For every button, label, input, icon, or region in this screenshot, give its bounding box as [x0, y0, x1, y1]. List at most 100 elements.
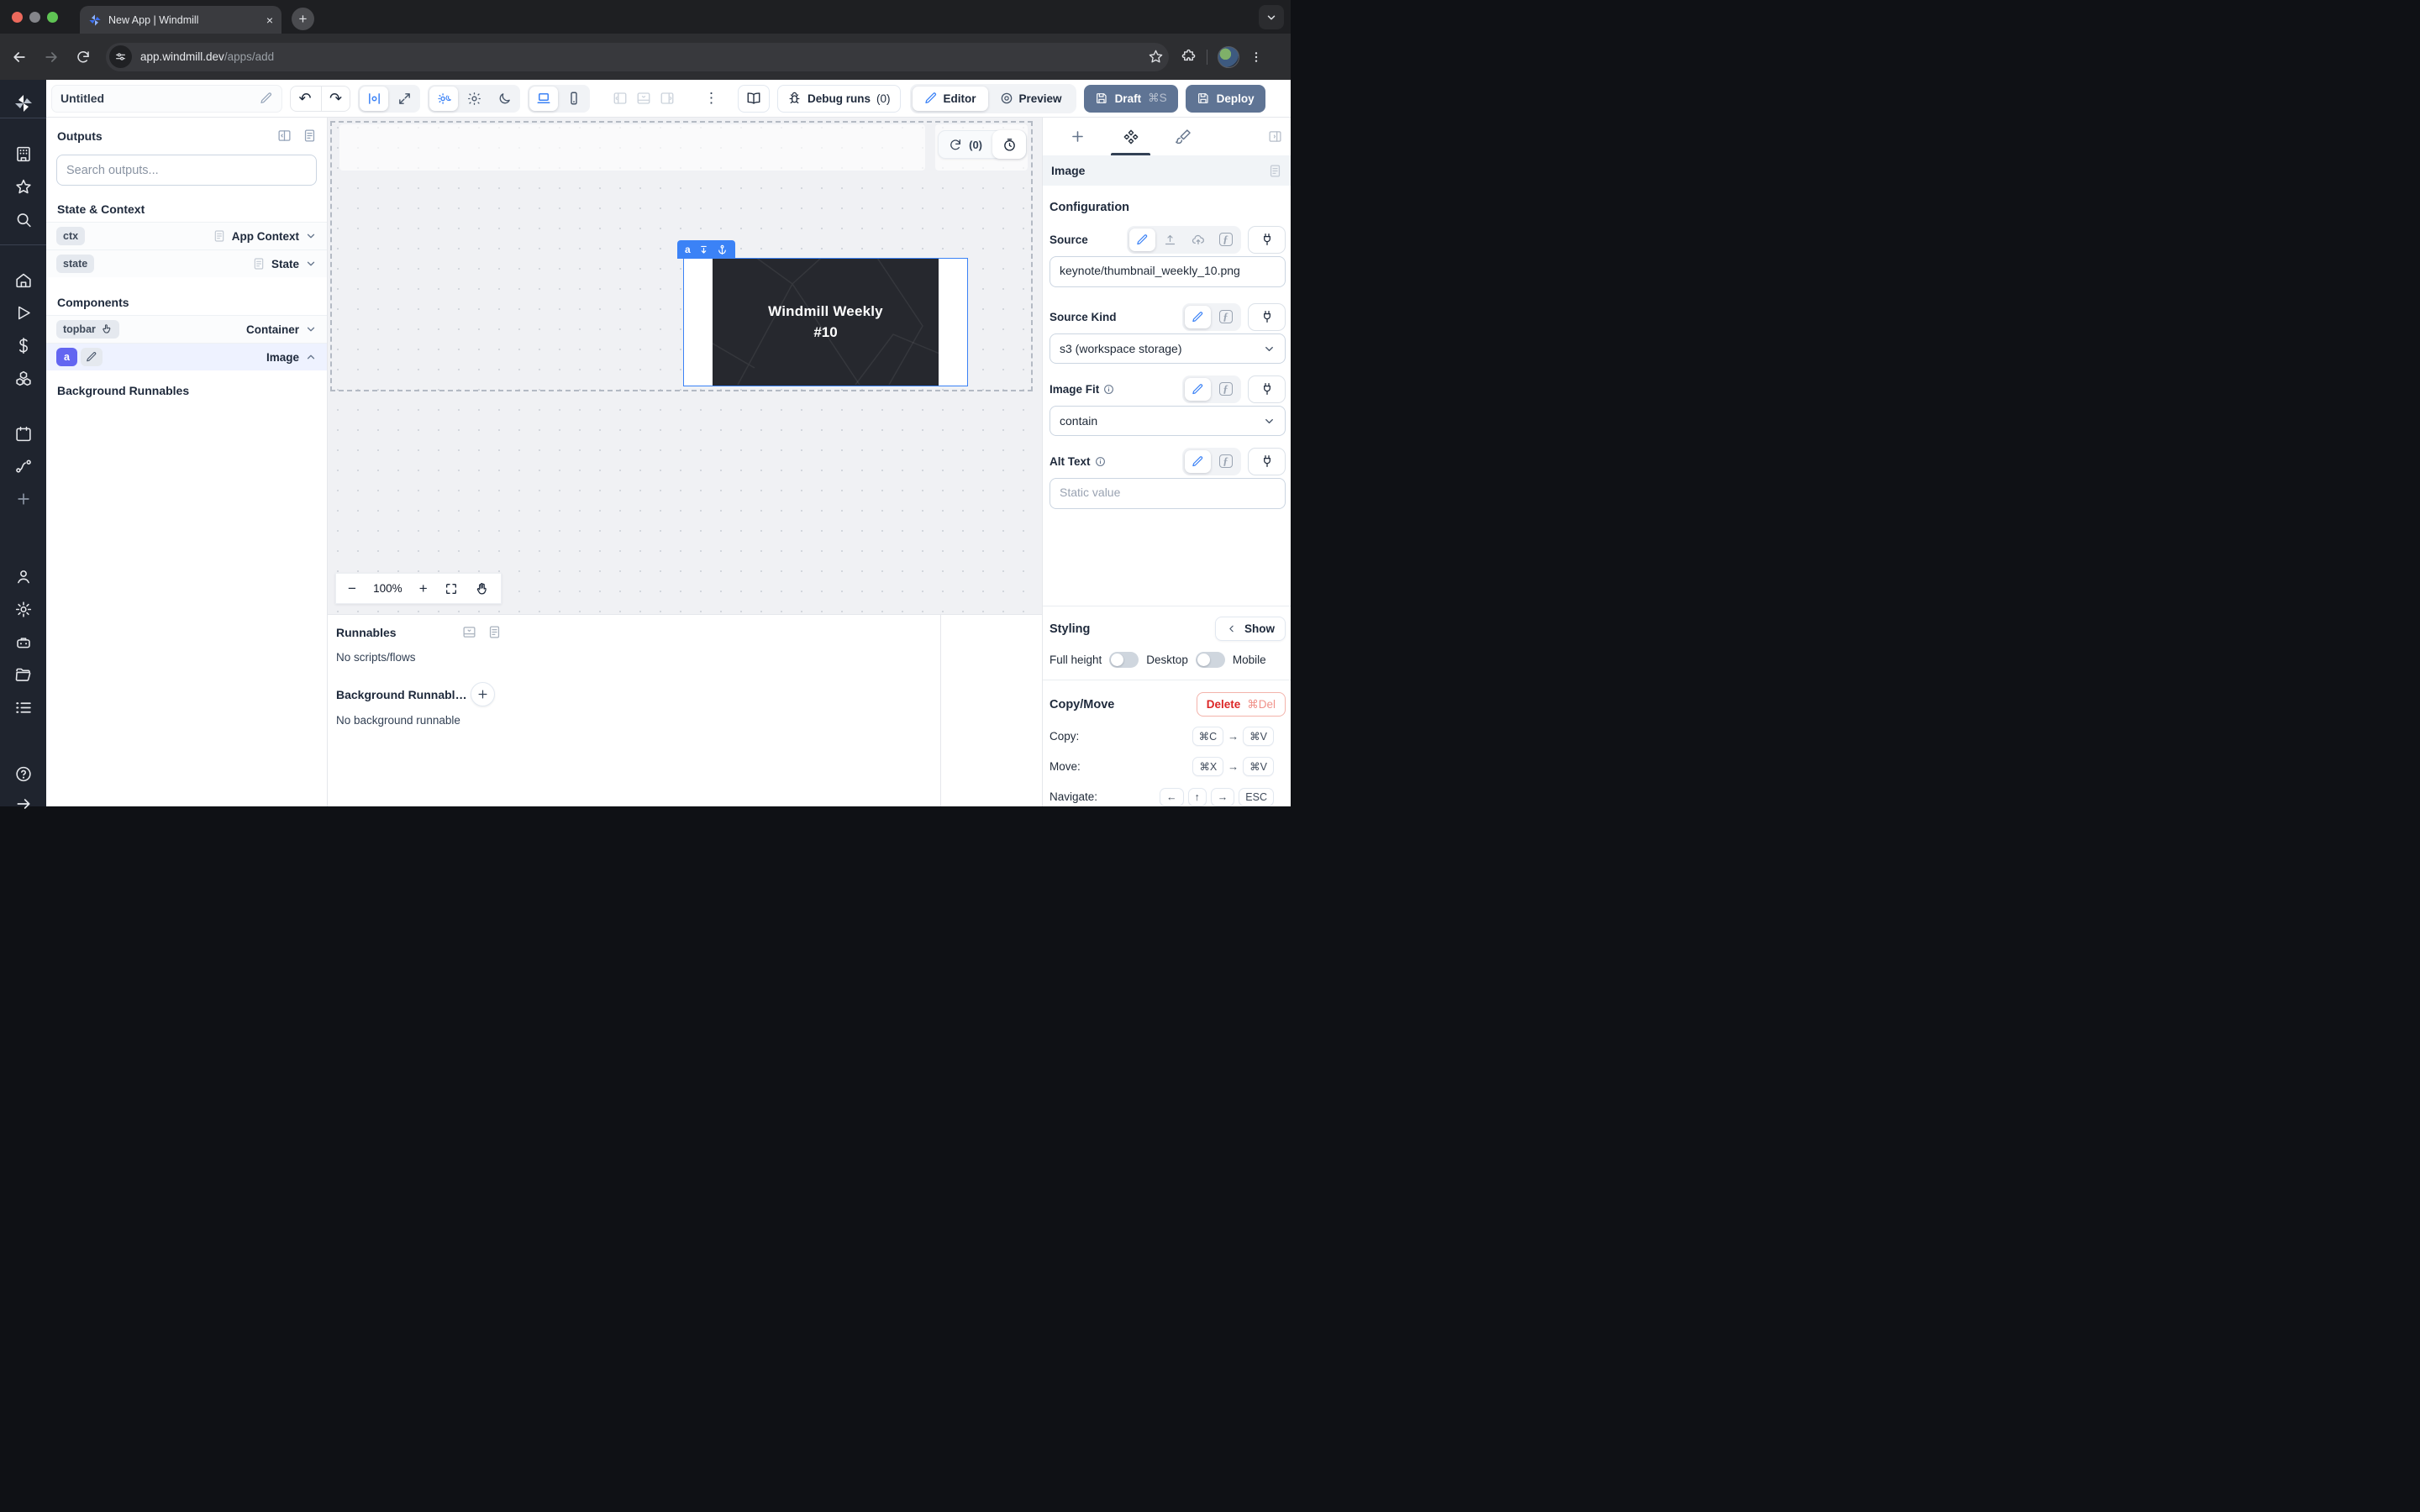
panel-bottom-icon[interactable]: [636, 91, 651, 106]
runs-history-button[interactable]: [992, 130, 1026, 159]
collapse-right-panel-icon[interactable]: [1268, 129, 1282, 144]
editor-tab[interactable]: Editor: [913, 87, 988, 111]
bookmark-star-icon[interactable]: [1148, 49, 1164, 65]
chevron-down-icon[interactable]: [305, 230, 317, 242]
image-fit-static-button[interactable]: [1185, 378, 1211, 401]
workers-icon[interactable]: [14, 633, 32, 651]
mobile-view-button[interactable]: [560, 87, 588, 111]
draft-button[interactable]: Draft ⌘S: [1084, 85, 1178, 113]
state-badge[interactable]: state: [56, 255, 94, 273]
settings-gear-icon[interactable]: [14, 601, 32, 618]
anchor-icon[interactable]: [717, 244, 728, 255]
show-styling-button[interactable]: Show: [1215, 617, 1286, 641]
back-button[interactable]: [7, 45, 32, 70]
source-eval-button[interactable]: ƒ: [1213, 228, 1239, 251]
panel-right-icon[interactable]: [660, 91, 675, 106]
address-bar[interactable]: app.windmill.dev/apps/add: [106, 43, 1169, 71]
edit-name-pencil-icon[interactable]: [260, 92, 273, 105]
global-styling-tab[interactable]: [1157, 118, 1210, 155]
collapse-panel-icon[interactable]: [277, 129, 292, 143]
rail-add-icon[interactable]: [15, 491, 32, 507]
desktop-toggle[interactable]: [1196, 652, 1225, 668]
outputs-search[interactable]: [56, 155, 317, 186]
doc-list-icon[interactable]: [487, 625, 502, 639]
doc-list-icon[interactable]: [302, 129, 317, 143]
desktop-view-button[interactable]: [529, 87, 558, 111]
topbar-badge[interactable]: topbar: [56, 320, 119, 339]
component-row-a-selected[interactable]: a Image: [46, 343, 327, 370]
home-icon[interactable]: [14, 271, 32, 289]
chevron-up-icon[interactable]: [305, 351, 317, 363]
forward-button[interactable]: [39, 45, 64, 70]
debug-runs-button[interactable]: Debug runs (0): [777, 85, 901, 113]
refresh-app-button[interactable]: (0): [939, 138, 992, 151]
source-upload-button[interactable]: [1157, 228, 1183, 251]
variables-icon[interactable]: [14, 337, 32, 354]
component-row-topbar[interactable]: topbar Container: [46, 315, 327, 343]
theme-dark-button[interactable]: [490, 87, 518, 111]
tab-close-icon[interactable]: ×: [266, 14, 273, 26]
alt-text-eval-button[interactable]: ƒ: [1213, 450, 1239, 473]
delete-component-button[interactable]: Delete ⌘Del: [1197, 692, 1286, 717]
theme-auto-button[interactable]: [429, 87, 458, 111]
logs-icon[interactable]: [14, 699, 32, 717]
expand-rail-icon[interactable]: [15, 795, 32, 812]
redo-button[interactable]: ↷: [321, 87, 350, 111]
pan-hand-icon[interactable]: [475, 581, 489, 596]
source-input[interactable]: keynote/thumbnail_weekly_10.png: [1050, 256, 1286, 287]
windmill-logo[interactable]: [13, 93, 34, 113]
source-s3-upload-button[interactable]: [1185, 228, 1211, 251]
runs-icon[interactable]: [14, 304, 32, 322]
outputs-search-input[interactable]: [66, 164, 307, 177]
search-icon[interactable]: [14, 211, 32, 228]
image-fit-eval-button[interactable]: ƒ: [1213, 378, 1239, 401]
panel-left-icon[interactable]: [613, 91, 628, 106]
undo-button[interactable]: ↶: [291, 87, 319, 111]
theme-light-button[interactable]: [460, 87, 488, 111]
source-connect-button[interactable]: [1248, 226, 1286, 254]
expand-layout-button[interactable]: [390, 87, 418, 111]
favorites-star-icon[interactable]: [14, 178, 32, 196]
tab-search-button[interactable]: [1259, 5, 1284, 29]
image-fit-connect-button[interactable]: [1248, 375, 1286, 403]
schedules-icon[interactable]: [14, 425, 32, 443]
alt-text-static-button[interactable]: [1185, 450, 1211, 473]
expand-down-icon[interactable]: [698, 244, 709, 255]
preview-tab[interactable]: Preview: [988, 87, 1074, 111]
toolbar-more-icon[interactable]: ⋮: [704, 90, 718, 107]
image-component[interactable]: Windmill Weekly #10: [683, 258, 968, 386]
new-tab-button[interactable]: +: [292, 8, 314, 30]
source-kind-select[interactable]: s3 (workspace storage): [1050, 333, 1286, 364]
resources-icon[interactable]: [14, 370, 32, 387]
source-kind-connect-button[interactable]: [1248, 303, 1286, 331]
alt-text-connect-button[interactable]: [1248, 448, 1286, 475]
dock-panel-icon[interactable]: [462, 625, 476, 639]
workspace-icon[interactable]: [14, 145, 32, 163]
source-static-button[interactable]: [1129, 228, 1155, 251]
output-row-ctx[interactable]: ctx App Context: [46, 222, 327, 249]
traffic-light-minimize[interactable]: [29, 12, 40, 23]
rename-component-icon[interactable]: [81, 348, 103, 366]
full-height-toggle[interactable]: [1109, 652, 1139, 668]
docs-button[interactable]: [738, 85, 770, 113]
a-badge[interactable]: a: [56, 348, 77, 366]
component-settings-tab[interactable]: [1104, 118, 1157, 155]
help-icon[interactable]: [14, 765, 32, 783]
image-fit-select[interactable]: contain: [1050, 406, 1286, 436]
zoom-in-button[interactable]: +: [419, 580, 428, 597]
profile-avatar[interactable]: [1218, 46, 1239, 68]
extensions-icon[interactable]: [1181, 49, 1197, 65]
folders-icon[interactable]: [14, 666, 32, 684]
info-icon[interactable]: [1095, 456, 1106, 467]
output-row-state[interactable]: state State: [46, 249, 327, 277]
users-icon[interactable]: [14, 568, 32, 585]
info-icon[interactable]: [1103, 384, 1114, 395]
insert-component-tab[interactable]: [1051, 118, 1104, 155]
chevron-down-icon[interactable]: [305, 258, 317, 270]
routes-icon[interactable]: [14, 458, 32, 475]
source-kind-static-button[interactable]: [1185, 306, 1211, 328]
deploy-button[interactable]: Deploy: [1186, 85, 1265, 113]
add-background-runnable-button[interactable]: [471, 682, 495, 706]
traffic-light-zoom[interactable]: [47, 12, 58, 23]
alt-text-input[interactable]: [1050, 478, 1286, 509]
